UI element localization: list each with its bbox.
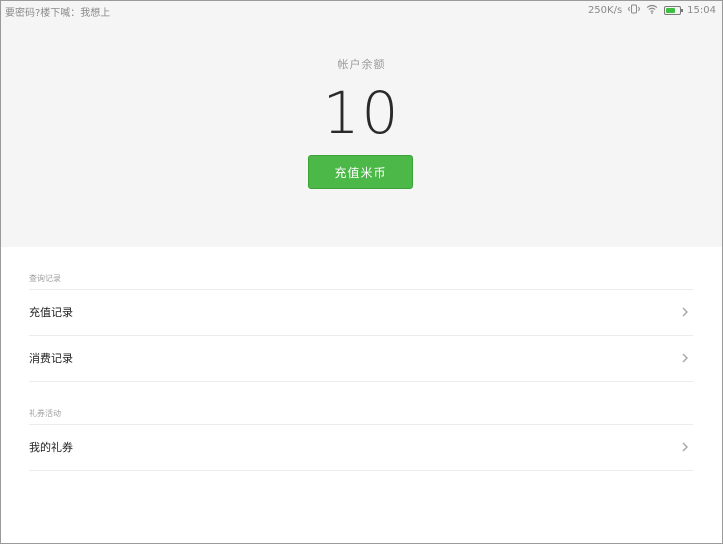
divider <box>29 381 693 382</box>
balance-amount: 10 <box>322 79 401 147</box>
divider <box>29 470 693 471</box>
wifi-icon <box>646 4 658 17</box>
balance-label: 帐户余额 <box>337 58 386 71</box>
list-item-my-coupons[interactable]: 我的礼券 <box>29 425 693 469</box>
recharge-button-label: 充值米币 <box>334 165 387 180</box>
clock: 15:04 <box>687 5 716 16</box>
chevron-right-icon <box>679 352 691 364</box>
list-item-label: 消费记录 <box>29 352 73 365</box>
battery-icon <box>664 6 684 15</box>
balance-header: 要密码?楼下喊：我想上 250K/s 15:04 帐户余额 10 充值米币 <box>1 1 722 247</box>
section-header-coupon-activities: 礼券活动 <box>29 409 61 418</box>
list-item-label: 我的礼券 <box>29 441 73 454</box>
list-item-consumption-records[interactable]: 消费记录 <box>29 336 693 380</box>
net-speed: 250K/s <box>587 5 623 16</box>
battery-level <box>666 8 676 13</box>
list-item-label: 充值记录 <box>29 306 73 319</box>
chevron-right-icon <box>679 306 691 318</box>
vibrate-icon <box>628 4 641 17</box>
status-right-group: 250K/s 15:04 <box>588 4 716 17</box>
list-item-recharge-records[interactable]: 充值记录 <box>29 290 693 334</box>
section-header-query-records: 查询记录 <box>29 274 61 283</box>
chevron-right-icon <box>679 441 691 453</box>
app-window: 要密码?楼下喊：我想上 250K/s 15:04 帐户余额 10 充值米币 查询… <box>0 0 723 544</box>
status-carrier-text: 要密码?楼下喊：我想上 <box>5 8 111 19</box>
recharge-coins-button[interactable]: 充值米币 <box>308 155 413 189</box>
status-bar: 要密码?楼下喊：我想上 250K/s 15:04 <box>1 1 722 19</box>
